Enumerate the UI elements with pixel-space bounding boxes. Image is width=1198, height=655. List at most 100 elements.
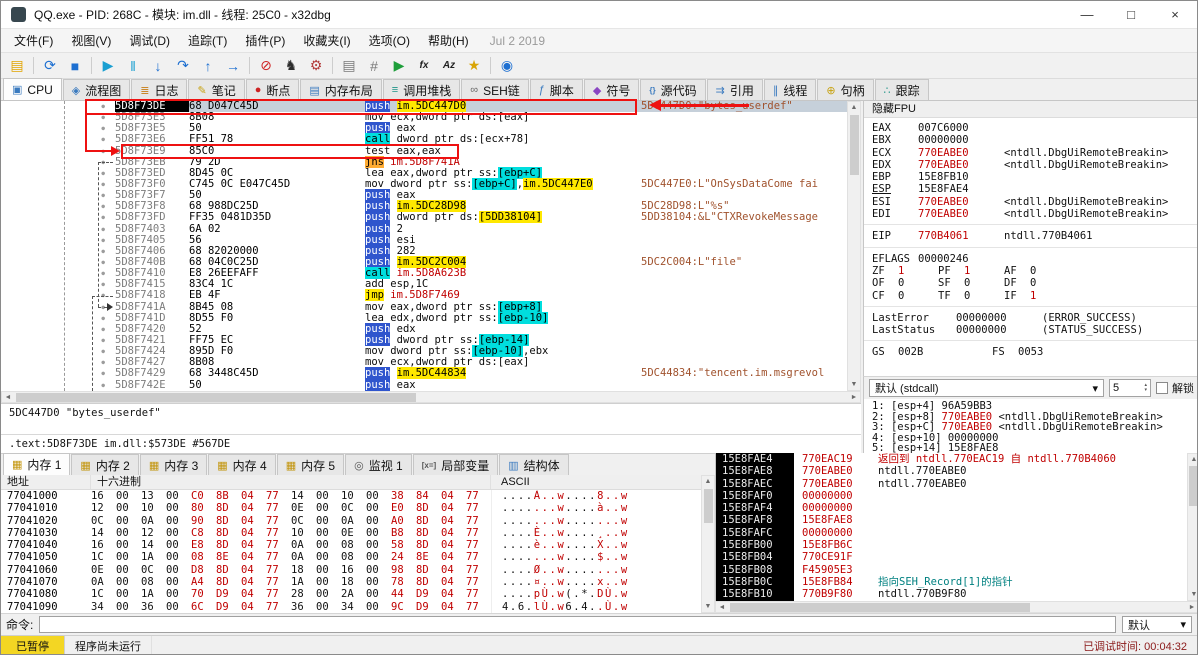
menu-item[interactable]: 选项(O): [360, 29, 419, 52]
menu-item[interactable]: 文件(F): [5, 29, 62, 52]
dump-row[interactable]: 77041080 1C 00 1A 00 70 D9 04 77 28 00 2A 00 44 D9 04 77…: [1, 588, 701, 601]
stack-row[interactable]: 15E8FAE8 770EABE0 ntdll.770EABE0: [716, 465, 1187, 478]
flag-of[interactable]: OF 0: [872, 277, 938, 289]
flag-tf[interactable]: TF 0: [938, 290, 1004, 302]
scroll-down-icon[interactable]: ▼: [1188, 589, 1197, 600]
stack-row[interactable]: 15E8FB08 F45905E3: [716, 563, 1187, 576]
dump-row[interactable]: 77041090 34 00 36 00 6C D9 04 77 36 00 34 00 9C D9 04 77…: [1, 600, 701, 613]
breakpoint-dot-icon[interactable]: ●: [101, 226, 105, 233]
register-row[interactable]: EDI 770EABE0 <ntdll.DbgUiRemoteBreakin>: [872, 208, 1197, 220]
disasm-horizontal-scrollbar[interactable]: ◄ ►: [1, 391, 861, 403]
step-out-icon[interactable]: ↑: [196, 55, 220, 77]
breakpoint-dot-icon[interactable]: ●: [101, 181, 105, 188]
tab-locals[interactable]: [x=] 局部变量: [412, 454, 499, 475]
breakpoint-dot-icon[interactable]: ●: [101, 103, 105, 110]
breakpoint-dot-icon[interactable]: ●: [101, 270, 105, 277]
command-profile-select[interactable]: 默认 ▾: [1122, 616, 1192, 633]
breakpoint-dot-icon[interactable]: ●: [101, 315, 105, 322]
flag-af[interactable]: AF 0: [1004, 265, 1070, 277]
preferences-icon[interactable]: ⚙: [304, 55, 328, 77]
breakpoint-dot-icon[interactable]: ●: [101, 348, 105, 355]
scroll-down-icon[interactable]: ▼: [848, 379, 860, 390]
flag-cf[interactable]: CF 0: [872, 290, 938, 302]
stack-pane[interactable]: 15E8FAE4 770EAC19 返回到 ntdll.770EAC19 自 ntd…: [715, 453, 1187, 601]
memory-dump-pane[interactable]: 77041000 16 00 13 00 C0 8B 04 77 14 00 10 00 38 84 04 77…: [1, 490, 701, 613]
compile-icon[interactable]: ▶: [387, 55, 411, 77]
flag-if[interactable]: IF 1: [1004, 290, 1070, 302]
stack-row[interactable]: 15E8FAF8 15E8FAE8: [716, 514, 1187, 527]
breakpoint-gutter[interactable]: ●: [1, 112, 115, 124]
register-row[interactable]: LastError 00000000 (ERROR_SUCCESS): [872, 312, 1197, 324]
tab-trace[interactable]: ∴ 跟踪: [874, 79, 929, 100]
scroll-left-icon[interactable]: ◄: [716, 602, 728, 613]
dump-row[interactable]: 77041060 0E 00 0C 00 D8 8D 04 77 18 00 16 00 98 8D 04 77…: [1, 563, 701, 577]
breakpoint-gutter[interactable]: ●: [1, 379, 115, 391]
breakpoint-dot-icon[interactable]: ●: [101, 382, 105, 389]
run-icon[interactable]: ▶: [96, 55, 120, 77]
breakpoint-gutter[interactable]: ●: [1, 357, 115, 369]
register-row[interactable]: EIP 770B4061 ntdll.770B4061: [872, 230, 1197, 242]
stack-row[interactable]: 15E8FB00 15E8FB6C: [716, 539, 1187, 552]
dump-row[interactable]: 77041070 0A 00 08 00 A4 8D 04 77 1A 00 18 00 78 8D 04 77…: [1, 576, 701, 589]
arguments-pane[interactable]: 1: [esp+4] 96A59BB3 2: [esp+8] 770EABE0 <…: [863, 399, 1197, 453]
register-row[interactable]: ESP 15E8FAE4: [872, 183, 1197, 195]
flag-sf[interactable]: SF 0: [938, 277, 1004, 289]
tab-source[interactable]: {} 源代码: [640, 79, 706, 100]
menu-item[interactable]: 收藏夹(I): [294, 29, 359, 52]
stepper-down-icon[interactable]: ▾: [1144, 388, 1147, 393]
disasm-vertical-scrollbar[interactable]: ▲ ▼: [847, 101, 861, 391]
breakpoint-dot-icon[interactable]: ●: [101, 170, 105, 177]
tab-breakpoints[interactable]: ● 断点: [245, 79, 300, 100]
hide-fpu-button[interactable]: 隐藏FPU: [864, 101, 1197, 118]
breakpoint-dot-icon[interactable]: ●: [101, 214, 105, 221]
flag-pf[interactable]: PF 1: [938, 265, 1004, 277]
disasm-row[interactable]: ● 5D8F7429 68 3448C45D push im.5DC44834 5DC4…: [1, 367, 861, 380]
menu-item[interactable]: 帮助(H): [419, 29, 478, 52]
breakpoint-dot-icon[interactable]: ●: [101, 237, 105, 244]
tab-graph[interactable]: ◈ 流程图: [62, 79, 131, 100]
breakpoint-gutter[interactable]: ●: [1, 145, 115, 157]
help-icon[interactable]: ◉: [495, 55, 519, 77]
breakpoint-dot-icon[interactable]: ●: [101, 114, 105, 121]
scrollbar-thumb[interactable]: [704, 489, 713, 523]
breakpoint-dot-icon[interactable]: ●: [101, 281, 105, 288]
menu-item[interactable]: 调试(D): [120, 29, 179, 52]
breakpoint-gutter[interactable]: ●: [1, 334, 115, 347]
step-into-icon[interactable]: ↓: [146, 55, 170, 77]
stop-icon[interactable]: ■: [63, 55, 87, 77]
restart-icon[interactable]: ⟳: [38, 55, 62, 77]
breakpoint-dot-icon[interactable]: ●: [101, 359, 105, 366]
breakpoint-dot-icon[interactable]: ●: [101, 192, 105, 199]
register-row[interactable]: ECX 770EABE0 <ntdll.DbgUiRemoteBreakin>: [872, 147, 1197, 159]
stack-row[interactable]: 15E8FB04 770CE91F: [716, 551, 1187, 564]
tab-references[interactable]: ⇉ 引用: [706, 79, 763, 100]
breakpoint-gutter[interactable]: ●: [1, 368, 115, 380]
stack-row[interactable]: 15E8FB0C 15E8FB84 指向SEH_Record[1]的指针: [716, 575, 1187, 589]
register-row[interactable]: EDX 770EABE0 <ntdll.DbgUiRemoteBreakin>: [872, 159, 1197, 171]
stack-horizontal-scrollbar[interactable]: ◄ ►: [715, 601, 1197, 613]
tab-dump-1[interactable]: ▦ 内存 1: [3, 453, 71, 475]
register-row[interactable]: EBP 15E8FB10: [872, 171, 1197, 183]
scrollbar-thumb[interactable]: [730, 603, 1030, 612]
dump-row[interactable]: 77041010 12 00 10 00 80 8D 04 77 0E 00 0C 00 E0 8D 04 77…: [1, 502, 701, 515]
tab-handles[interactable]: ⊕ 句柄: [817, 79, 874, 100]
pause-icon[interactable]: ‖: [121, 55, 145, 77]
dump-row[interactable]: 77041020 0C 00 0A 00 90 8D 04 77 0C 00 0A 00 A0 8D 04 77…: [1, 514, 701, 527]
tab-dump-4[interactable]: ▦ 内存 4: [208, 454, 276, 475]
breakpoint-gutter[interactable]: ●: [1, 134, 115, 146]
disasm-row[interactable]: ● 5D8F73FD FF35 0481D35D push dword ptr ds:…: [1, 211, 861, 224]
tab-log[interactable]: ≣ 日志: [131, 79, 188, 100]
tab-watch-1[interactable]: ◎ 监视 1: [345, 454, 412, 475]
tab-memory-map[interactable]: ▤ 内存布局: [300, 79, 382, 100]
patches-icon[interactable]: #: [362, 55, 386, 77]
breakpoint-dot-icon[interactable]: ●: [101, 370, 105, 377]
flag-df[interactable]: DF 0: [1004, 277, 1070, 289]
registers-pane[interactable]: 隐藏FPU EAX 007C6000 EBX 00000000 ECX 770EABE0 <…: [863, 101, 1197, 376]
dump-row[interactable]: 77041000 16 00 13 00 C0 8B 04 77 14 00 10 00 38 84 04 77…: [1, 490, 701, 503]
step-over-icon[interactable]: ↷: [171, 55, 195, 77]
register-row[interactable]: ESI 770EABE0 <ntdll.DbgUiRemoteBreakin>: [872, 196, 1197, 208]
breakpoint-gutter[interactable]: ●: [1, 346, 115, 358]
scrollbar-thumb[interactable]: [16, 393, 416, 402]
unlock-checkbox-group[interactable]: 解锁: [1156, 380, 1194, 396]
scroll-up-icon[interactable]: ▲: [1188, 454, 1197, 465]
